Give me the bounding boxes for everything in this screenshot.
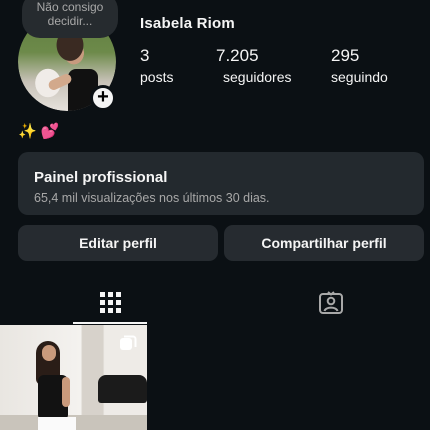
profile-username: Isabela Riom (140, 15, 235, 32)
stat-posts-count: 3 (140, 46, 150, 65)
profile-bio: ✨ 💕 (18, 123, 60, 141)
tab-posts-grid[interactable] (73, 282, 147, 324)
post-car (98, 375, 147, 403)
stat-posts[interactable]: 3 posts (140, 46, 173, 86)
stat-following-label: seguindo (331, 69, 388, 85)
post-figure-arm (62, 377, 70, 407)
stat-following[interactable]: 295 seguindo (331, 46, 388, 86)
post-figure-pants (38, 417, 76, 430)
note-line-1: Não consigo (36, 0, 104, 14)
stat-posts-label: posts (140, 69, 174, 85)
post-figure-face (42, 345, 56, 361)
stat-followers[interactable]: 7.205 seguidores (216, 46, 292, 86)
grid-icon (99, 291, 121, 313)
add-story-icon[interactable]: + (90, 85, 116, 111)
professional-dashboard-panel[interactable]: Painel profissional 65,4 mil visualizaçõ… (18, 152, 424, 215)
stat-followers-count: 7.205 (216, 46, 259, 65)
profile-page: Não consigo decidir... + Isabela Riom 3 … (0, 0, 430, 430)
professional-panel-subtitle: 65,4 mil visualizações nos últimos 30 di… (34, 191, 270, 205)
note-line-2: decidir... (47, 14, 93, 28)
stat-following-count: 295 (331, 46, 360, 65)
carousel-icon (120, 335, 137, 350)
sparkle-emoji: ✨ (18, 123, 37, 140)
professional-panel-title: Painel profissional (34, 169, 168, 186)
share-profile-button[interactable]: Compartilhar perfil (224, 225, 424, 261)
edit-profile-button[interactable]: Editar perfil (18, 225, 218, 261)
note-bubble[interactable]: Não consigo decidir... (22, 0, 118, 38)
stat-followers-label: seguidores (223, 69, 292, 85)
tab-tagged[interactable] (294, 282, 368, 324)
hearts-emoji: 💕 (40, 123, 60, 140)
tagged-person-icon (319, 291, 343, 314)
